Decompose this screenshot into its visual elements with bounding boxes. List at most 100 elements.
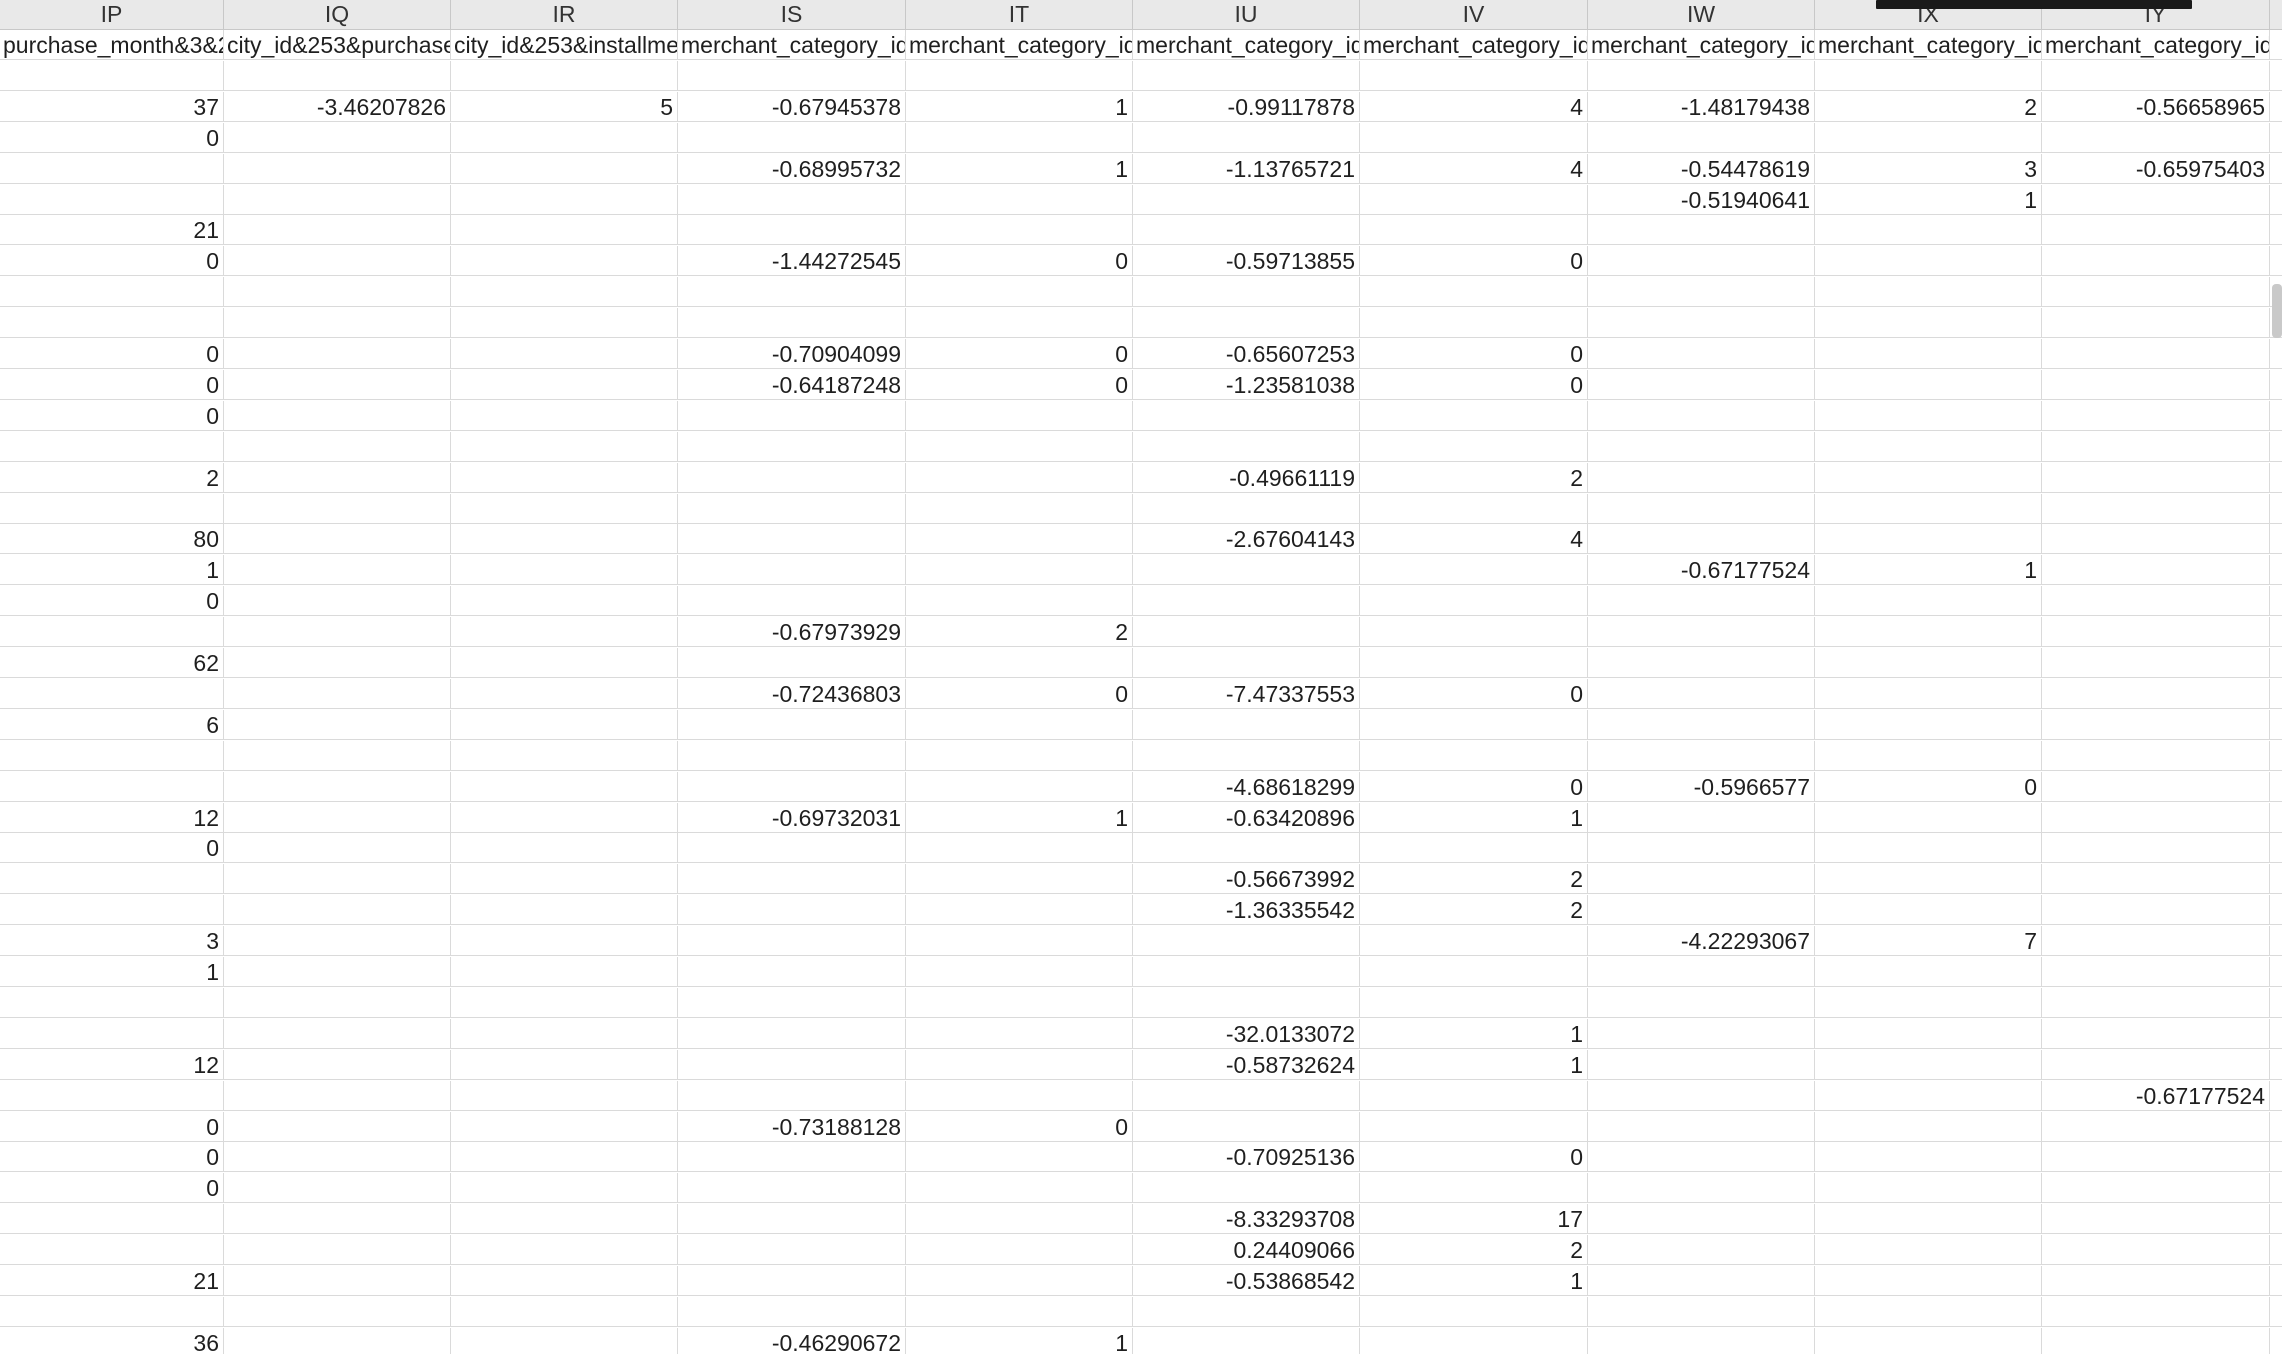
table-cell[interactable] — [2042, 60, 2270, 91]
table-cell[interactable] — [1360, 555, 1588, 586]
table-cell[interactable]: 0 — [1815, 771, 2042, 802]
table-cell[interactable] — [1360, 277, 1588, 308]
table-cell[interactable] — [2042, 184, 2270, 215]
table-cell[interactable] — [1588, 678, 1815, 709]
table-cell[interactable] — [906, 555, 1133, 586]
table-cell[interactable] — [678, 1142, 906, 1173]
table-cell[interactable] — [906, 586, 1133, 617]
table-cell[interactable]: 0 — [0, 1173, 224, 1204]
table-cell[interactable]: 36 — [0, 1327, 224, 1354]
table-cell[interactable] — [678, 1266, 906, 1296]
table-cell[interactable] — [1133, 1111, 1360, 1142]
table-cell[interactable]: 1 — [1360, 802, 1588, 833]
table-cell[interactable]: -0.69732031 — [678, 802, 906, 833]
table-cell[interactable] — [678, 1018, 906, 1049]
table-cell[interactable] — [1588, 1327, 1815, 1354]
table-cell[interactable] — [224, 184, 451, 215]
table-cell[interactable] — [906, 895, 1133, 926]
table-cell[interactable] — [1360, 1111, 1588, 1142]
table-cell[interactable] — [451, 215, 678, 246]
table-cell[interactable] — [1815, 709, 2042, 740]
table-cell[interactable] — [1588, 369, 1815, 400]
table-cell[interactable] — [1588, 987, 1815, 1018]
table-cell[interactable] — [2042, 215, 2270, 246]
table-cell[interactable] — [1133, 431, 1360, 462]
table-cell[interactable]: 1 — [906, 802, 1133, 833]
table-cell[interactable] — [451, 493, 678, 524]
table-cell[interactable] — [1815, 369, 2042, 400]
table-cell[interactable] — [1815, 1111, 2042, 1142]
table-cell[interactable]: 5 — [451, 91, 678, 122]
table-cell[interactable] — [224, 400, 451, 431]
table-cell[interactable] — [906, 524, 1133, 555]
table-cell[interactable]: 0 — [0, 1111, 224, 1142]
table-cell[interactable] — [1133, 60, 1360, 91]
table-cell[interactable]: 0 — [1360, 771, 1588, 802]
table-cell[interactable] — [224, 1080, 451, 1111]
table-cell[interactable] — [906, 926, 1133, 957]
table-cell[interactable] — [906, 277, 1133, 308]
table-cell[interactable] — [224, 1266, 451, 1296]
table-cell[interactable] — [2042, 555, 2270, 586]
table-cell[interactable]: 0 — [906, 339, 1133, 369]
table-cell[interactable] — [224, 1327, 451, 1354]
table-cell[interactable]: 1 — [906, 91, 1133, 122]
table-cell[interactable] — [1133, 648, 1360, 678]
table-cell[interactable] — [678, 524, 906, 555]
table-cell[interactable] — [2042, 277, 2270, 308]
table-cell[interactable] — [0, 431, 224, 462]
table-cell[interactable] — [2042, 1142, 2270, 1173]
table-cell[interactable] — [224, 215, 451, 246]
table-cell[interactable] — [906, 1204, 1133, 1235]
table-cell[interactable] — [224, 709, 451, 740]
table-cell[interactable] — [1360, 987, 1588, 1018]
vertical-scrollbar-thumb[interactable] — [2272, 284, 2282, 338]
column-letter-iv[interactable]: IV — [1360, 0, 1588, 29]
table-cell[interactable] — [1588, 1266, 1815, 1296]
table-cell[interactable] — [2042, 802, 2270, 833]
table-cell[interactable] — [0, 1204, 224, 1235]
table-cell[interactable] — [451, 60, 678, 91]
table-cell[interactable] — [451, 1327, 678, 1354]
table-cell[interactable] — [1588, 493, 1815, 524]
table-cell[interactable] — [906, 1235, 1133, 1266]
table-cell[interactable] — [1360, 1080, 1588, 1111]
table-cell[interactable]: 0 — [1360, 1142, 1588, 1173]
table-cell[interactable]: 1 — [1360, 1266, 1588, 1296]
table-cell[interactable] — [678, 1235, 906, 1266]
table-cell[interactable]: 2 — [1815, 91, 2042, 122]
table-cell[interactable]: -0.49661119 — [1133, 462, 1360, 493]
table-cell[interactable] — [1360, 215, 1588, 246]
table-cell[interactable] — [0, 1296, 224, 1327]
table-cell[interactable] — [1588, 864, 1815, 895]
table-cell[interactable] — [0, 864, 224, 895]
table-cell[interactable] — [1815, 215, 2042, 246]
table-cell[interactable]: 2 — [1360, 864, 1588, 895]
table-cell[interactable] — [0, 617, 224, 648]
table-cell[interactable] — [1360, 493, 1588, 524]
table-cell[interactable] — [906, 60, 1133, 91]
table-cell[interactable]: -1.13765721 — [1133, 153, 1360, 184]
table-cell[interactable] — [2042, 987, 2270, 1018]
table-cell[interactable] — [1815, 431, 2042, 462]
table-cell[interactable] — [451, 339, 678, 369]
table-cell[interactable] — [451, 586, 678, 617]
table-cell[interactable]: -0.67177524 — [1588, 555, 1815, 586]
table-cell[interactable] — [1815, 740, 2042, 771]
table-cell[interactable]: -1.36335542 — [1133, 895, 1360, 926]
table-cell[interactable] — [1133, 122, 1360, 153]
table-cell[interactable] — [1815, 1266, 2042, 1296]
table-cell[interactable] — [0, 184, 224, 215]
table-cell[interactable] — [2042, 493, 2270, 524]
table-cell[interactable]: -0.63420896 — [1133, 802, 1360, 833]
table-cell[interactable]: -0.72436803 — [678, 678, 906, 709]
table-cell[interactable]: 0 — [0, 833, 224, 864]
table-cell[interactable] — [1815, 493, 2042, 524]
table-cell[interactable] — [906, 1266, 1133, 1296]
table-cell[interactable] — [451, 1204, 678, 1235]
table-cell[interactable] — [451, 957, 678, 987]
table-cell[interactable] — [678, 60, 906, 91]
table-cell[interactable] — [906, 833, 1133, 864]
table-cell[interactable] — [1133, 833, 1360, 864]
table-cell[interactable] — [906, 1018, 1133, 1049]
